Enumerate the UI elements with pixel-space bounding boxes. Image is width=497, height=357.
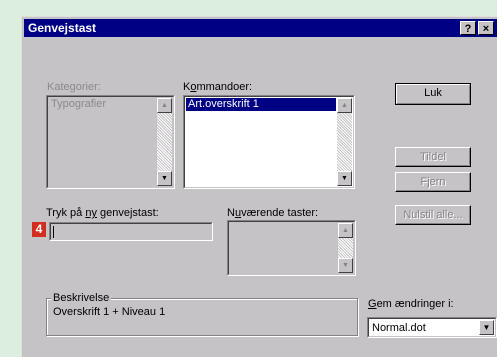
reset-all-button[interactable]: Nulstil alle... — [395, 205, 471, 225]
window-title: Genvejstast — [28, 21, 97, 35]
help-button[interactable]: ? — [460, 21, 476, 35]
commands-item-selected[interactable]: Art.overskrift 1 — [186, 98, 336, 111]
step-number-badge: 4 — [32, 222, 46, 237]
description-caption: Beskrivelse — [51, 292, 112, 304]
categories-scrollbar[interactable]: ▲ ▼ — [157, 98, 172, 186]
categories-label: Kategorier: — [47, 81, 101, 93]
remove-button[interactable]: Fjern — [395, 172, 471, 192]
commands-label: Kommandoer: — [183, 81, 253, 93]
save-changes-select[interactable]: Normal.dot ▼ — [367, 317, 497, 338]
current-keys-label: Nuværende taster: — [227, 207, 319, 219]
scroll-down-icon[interactable]: ▼ — [337, 171, 352, 186]
close-window-button[interactable]: × — [478, 21, 494, 35]
dropdown-arrow-icon[interactable]: ▼ — [479, 320, 494, 335]
scroll-down-icon[interactable]: ▼ — [338, 258, 353, 273]
assign-button[interactable]: Tildel — [395, 147, 471, 167]
new-shortcut-label: Tryk på ny genvejstast: — [46, 207, 159, 219]
title-bar: Genvejstast ? × — [24, 19, 497, 37]
scroll-up-icon[interactable]: ▲ — [157, 98, 172, 113]
text-cursor — [53, 226, 54, 238]
scroll-up-icon[interactable]: ▲ — [337, 98, 352, 113]
current-keys-listbox[interactable]: ▲ ▼ — [227, 220, 356, 276]
commands-listbox[interactable]: Art.overskrift 1 ▲ ▼ — [183, 95, 355, 189]
save-changes-value: Normal.dot — [372, 322, 426, 334]
scroll-up-icon[interactable]: ▲ — [338, 223, 353, 238]
categories-listbox[interactable]: Typografier ▲ ▼ — [46, 95, 175, 189]
new-shortcut-input[interactable] — [49, 222, 213, 241]
current-keys-scrollbar[interactable]: ▲ ▼ — [338, 223, 353, 273]
save-changes-label: Gem ændringer i: — [368, 298, 454, 310]
shortcut-dialog: Genvejstast ? × Kategorier: Typografier … — [21, 16, 497, 357]
categories-item[interactable]: Typografier — [49, 98, 156, 111]
description-group: Beskrivelse Overskrift 1 + Niveau 1 — [46, 292, 358, 336]
description-text: Overskrift 1 + Niveau 1 — [53, 306, 166, 318]
commands-scrollbar[interactable]: ▲ ▼ — [337, 98, 352, 186]
close-button[interactable]: Luk — [395, 83, 471, 105]
scroll-down-icon[interactable]: ▼ — [157, 171, 172, 186]
